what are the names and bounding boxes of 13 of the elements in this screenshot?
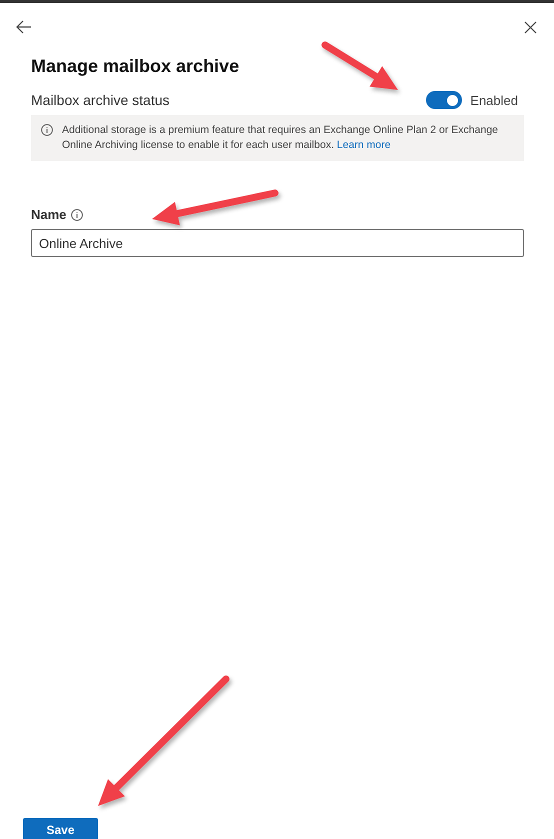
- panel-title: Manage mailbox archive: [31, 56, 240, 77]
- toggle-state-label: Enabled: [470, 92, 518, 108]
- info-icon: [41, 124, 53, 136]
- name-input-field[interactable]: Online Archive: [31, 229, 524, 257]
- close-icon[interactable]: [524, 20, 537, 34]
- info-icon: [71, 208, 84, 220]
- archive-status-label: Mailbox archive status: [31, 92, 170, 108]
- save-button[interactable]: Save: [23, 818, 98, 839]
- info-text: Additional storage is a premium feature that requires an Exchange Online Plan 2 or Exchange Online Archiving license to enable it for each user mailbox. Learn more: [62, 123, 500, 153]
- back-arrow-icon[interactable]: [16, 20, 32, 34]
- name-label: Name: [31, 207, 66, 222]
- learn-more-link[interactable]: Learn more: [336, 139, 391, 151]
- archive-toggle[interactable]: [426, 91, 462, 109]
